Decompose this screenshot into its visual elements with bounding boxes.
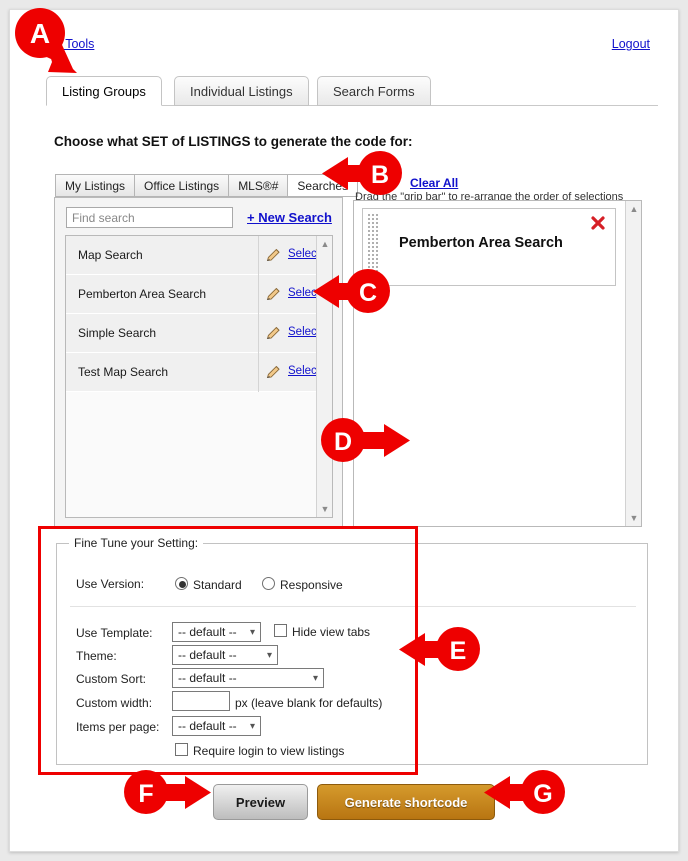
edit-pencil-icon[interactable]	[264, 285, 282, 303]
table-row[interactable]: Map Search Select »	[66, 236, 330, 275]
require-login-label: Require login to view listings	[193, 744, 345, 758]
top-bar: g Tools Logout	[10, 37, 678, 57]
items-per-page-select[interactable]: -- default -- ▾	[172, 716, 261, 736]
main-tab-bar: Listing Groups Individual Listings Searc…	[46, 70, 658, 106]
chevron-down-icon: ▾	[266, 650, 272, 661]
radio-standard[interactable]	[175, 577, 188, 590]
source-tab-bar: My Listings Office Listings MLS®# Search…	[55, 174, 359, 197]
section-divider	[70, 606, 636, 607]
page-heading: Choose what SET of LISTINGS to generate …	[54, 134, 413, 149]
search-list-scrollbar[interactable]: ▲ ▼	[316, 236, 332, 517]
selection-panel: Pemberton Area Search ▲ ▼	[353, 200, 642, 527]
clear-all-link[interactable]: Clear All	[410, 176, 458, 190]
page-card: g Tools Logout Listing Groups Individual…	[9, 9, 679, 852]
items-per-page-value: -- default --	[178, 719, 237, 733]
scroll-down-icon[interactable]: ▼	[317, 501, 332, 517]
search-name: Pemberton Area Search	[78, 287, 207, 301]
use-template-select[interactable]: -- default -- ▾	[172, 622, 261, 642]
selection-panel-scrollbar[interactable]: ▲ ▼	[625, 201, 641, 526]
chevron-down-icon: ▾	[312, 673, 318, 684]
hide-view-tabs-label: Hide view tabs	[292, 625, 371, 639]
items-per-page-label: Items per page:	[76, 720, 160, 734]
row-divider	[258, 236, 259, 275]
inner-tab-mls-number[interactable]: MLS®#	[228, 174, 288, 197]
generate-shortcode-button[interactable]: Generate shortcode	[317, 784, 495, 820]
search-list: Map Search Select » Pemberton Area Searc…	[66, 236, 330, 517]
scroll-down-icon[interactable]: ▼	[626, 510, 641, 526]
custom-width-label: Custom width:	[76, 696, 153, 710]
selected-item[interactable]: Pemberton Area Search	[362, 208, 616, 286]
custom-width-input[interactable]	[172, 691, 230, 711]
search-name: Test Map Search	[78, 365, 169, 379]
grip-bar-icon[interactable]	[367, 213, 379, 283]
radio-responsive[interactable]	[262, 577, 275, 590]
search-selector-panel: + New Search Map Search Select »	[54, 197, 343, 527]
custom-sort-label: Custom Sort:	[76, 672, 147, 686]
search-input[interactable]	[66, 207, 233, 228]
hide-view-tabs-checkbox[interactable]	[274, 624, 287, 637]
inner-tab-searches[interactable]: Searches	[287, 174, 359, 197]
custom-width-suffix: px (leave blank for defaults)	[235, 696, 383, 710]
inner-tab-office-listings[interactable]: Office Listings	[134, 174, 229, 197]
theme-value: -- default --	[178, 648, 237, 662]
chevron-down-icon: ▾	[249, 627, 255, 638]
preview-button[interactable]: Preview	[213, 784, 308, 820]
search-name: Map Search	[78, 248, 143, 262]
theme-select[interactable]: -- default -- ▾	[172, 645, 278, 665]
tab-search-forms[interactable]: Search Forms	[317, 76, 431, 106]
tab-individual-listings[interactable]: Individual Listings	[174, 76, 309, 106]
selected-item-title: Pemberton Area Search	[399, 235, 563, 251]
theme-label: Theme:	[76, 649, 117, 663]
edit-pencil-icon[interactable]	[264, 324, 282, 342]
custom-sort-select[interactable]: -- default -- ▾	[172, 668, 324, 688]
scroll-up-icon[interactable]: ▲	[626, 201, 641, 217]
chevron-down-icon: ▾	[249, 721, 255, 732]
edit-pencil-icon[interactable]	[264, 363, 282, 381]
radio-responsive-label: Responsive	[280, 578, 343, 592]
search-list-box: Map Search Select » Pemberton Area Searc…	[65, 235, 333, 518]
search-name: Simple Search	[78, 326, 157, 340]
row-divider	[258, 353, 259, 392]
custom-sort-value: -- default --	[178, 671, 237, 685]
new-search-link[interactable]: + New Search	[247, 210, 332, 225]
use-template-value: -- default --	[178, 625, 237, 639]
use-template-label: Use Template:	[76, 626, 153, 640]
inner-tab-my-listings[interactable]: My Listings	[55, 174, 135, 197]
edit-pencil-icon[interactable]	[264, 246, 282, 264]
close-icon[interactable]	[590, 215, 606, 231]
scroll-up-icon[interactable]: ▲	[317, 236, 332, 252]
table-row[interactable]: Pemberton Area Search Select »	[66, 275, 330, 314]
require-login-checkbox[interactable]	[175, 743, 188, 756]
fine-tune-panel: Fine Tune your Setting: Use Version: Sta…	[56, 536, 648, 765]
tab-listing-groups[interactable]: Listing Groups	[46, 76, 162, 106]
table-row[interactable]: Simple Search Select »	[66, 314, 330, 353]
row-divider	[258, 275, 259, 314]
use-version-label: Use Version:	[76, 577, 145, 591]
logout-link[interactable]: Logout	[612, 37, 650, 51]
table-row[interactable]: Test Map Search Select »	[66, 353, 330, 392]
radio-standard-label: Standard	[193, 578, 242, 592]
row-divider	[258, 314, 259, 353]
tools-link[interactable]: g Tools	[55, 37, 94, 51]
find-row: + New Search	[55, 198, 342, 236]
list-empty-space	[66, 392, 318, 517]
fine-tune-legend: Fine Tune your Setting:	[69, 536, 204, 550]
